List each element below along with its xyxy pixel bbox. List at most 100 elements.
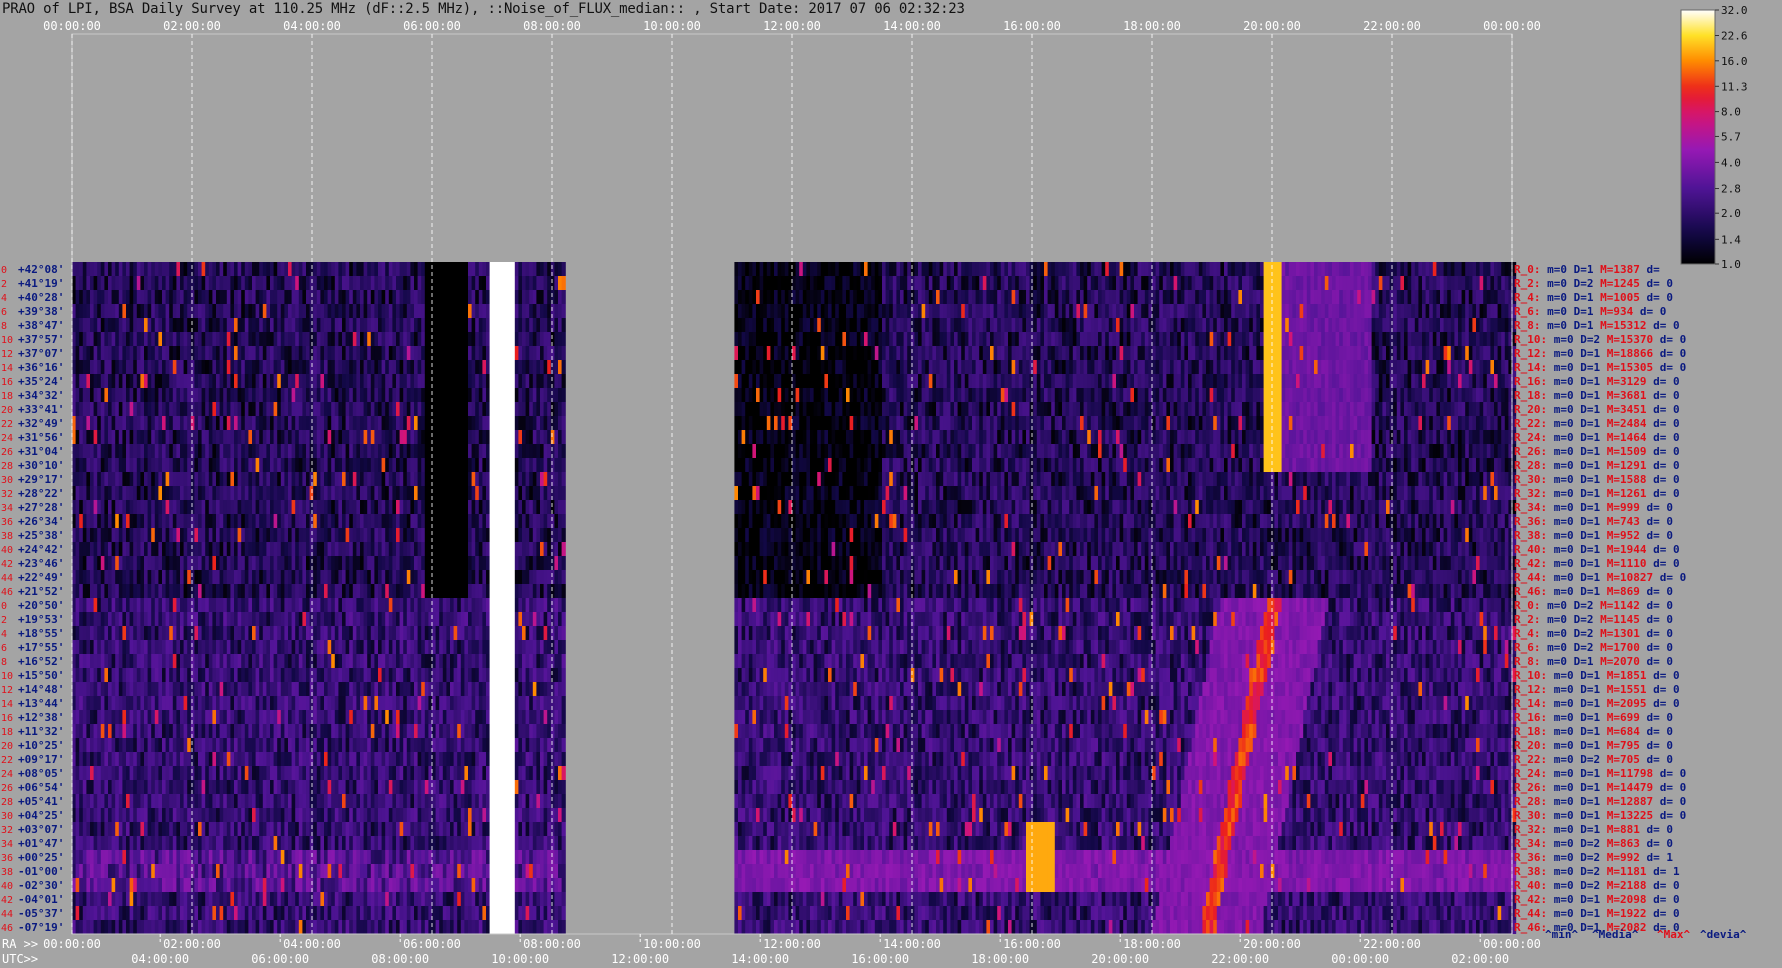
- heatmap-cell: [482, 304, 486, 318]
- heatmap-cell: [158, 318, 162, 332]
- heatmap-cell: [1048, 304, 1052, 318]
- heatmap-cell: [328, 276, 332, 290]
- heatmap-cell: [140, 290, 144, 304]
- heatmap-cell: [767, 276, 771, 290]
- heatmap-cell: [490, 276, 494, 290]
- heatmap-cell: [958, 290, 962, 304]
- heatmap-cell: [1220, 304, 1224, 318]
- heatmap-cell: [299, 304, 303, 318]
- heatmap-cell: [763, 290, 767, 304]
- heatmap-cell: [374, 290, 378, 304]
- heatmap-cell: [1447, 290, 1451, 304]
- heatmap-cell: [1300, 262, 1304, 276]
- heatmap-cell: [79, 262, 83, 276]
- heatmap-cell: [763, 276, 767, 290]
- heatmap-cell: [1372, 290, 1376, 304]
- heatmap-cell: [1019, 276, 1023, 290]
- heatmap-cell: [994, 304, 998, 318]
- heatmap-cell: [1404, 262, 1408, 276]
- heatmap-cell: [1487, 304, 1491, 318]
- heatmap-cell: [1408, 290, 1412, 304]
- heatmap-cell: [983, 290, 987, 304]
- heatmap-cell: [508, 290, 512, 304]
- heatmap-cell: [864, 262, 868, 276]
- heatmap-cell: [1332, 276, 1336, 290]
- heatmap-cell: [1300, 290, 1304, 304]
- heatmap-cell: [846, 262, 850, 276]
- heatmap-cell: [324, 290, 328, 304]
- heatmap-cell: [803, 262, 807, 276]
- heatmap-cell: [238, 262, 242, 276]
- heatmap-cell: [1170, 276, 1174, 290]
- heatmap-cell: [202, 304, 206, 318]
- heatmap-cell: [850, 304, 854, 318]
- heatmap-cell: [90, 276, 94, 290]
- heatmap-cell: [889, 304, 893, 318]
- heatmap-cell: [1418, 290, 1422, 304]
- heatmap-cell: [425, 276, 429, 290]
- heatmap-cell: [1055, 304, 1059, 318]
- heatmap-cell: [1163, 262, 1167, 276]
- heatmap-cell: [1382, 290, 1386, 304]
- heatmap-cell: [1447, 262, 1451, 276]
- heatmap-cell: [1379, 304, 1383, 318]
- heatmap-cell: [907, 262, 911, 276]
- heatmap-cell: [1400, 290, 1404, 304]
- heatmap-cell: [403, 290, 407, 304]
- heatmap-cell: [108, 262, 112, 276]
- heatmap-cell: [1116, 304, 1120, 318]
- heatmap-cell: [1328, 262, 1332, 276]
- heatmap-cell: [770, 304, 774, 318]
- heatmap-cell: [1130, 276, 1134, 290]
- heatmap-cell: [1260, 276, 1264, 290]
- heatmap-cell: [389, 262, 393, 276]
- heatmap-cell: [1012, 290, 1016, 304]
- heatmap-cell: [1462, 290, 1466, 304]
- heatmap-cell: [220, 262, 224, 276]
- heatmap-cell: [130, 276, 134, 290]
- heatmap-cell: [1368, 304, 1372, 318]
- heatmap-cell: [1296, 304, 1300, 318]
- heatmap-cell: [832, 276, 836, 290]
- heatmap-cell: [511, 276, 515, 290]
- heatmap-cell: [1145, 290, 1149, 304]
- heatmap-cell: [1483, 290, 1487, 304]
- heatmap-cell: [1134, 276, 1138, 290]
- heatmap-cell: [1472, 304, 1476, 318]
- heatmap-cell: [839, 276, 843, 290]
- heatmap-cell: [1256, 290, 1260, 304]
- heatmap-cell: [353, 290, 357, 304]
- heatmap-cell: [1436, 262, 1440, 276]
- heatmap-cell: [943, 304, 947, 318]
- heatmap-cell: [349, 276, 353, 290]
- heatmap-cell: [173, 276, 177, 290]
- heatmap-cell: [137, 276, 141, 290]
- heatmap-cell: [1231, 276, 1235, 290]
- heatmap-cell: [1120, 262, 1124, 276]
- heatmap-cell: [515, 276, 519, 290]
- heatmap-cell: [1415, 304, 1419, 318]
- heatmap-cell: [536, 276, 540, 290]
- heatmap-cell: [83, 276, 87, 290]
- heatmap-cell: [1084, 276, 1088, 290]
- heatmap-cell: [1422, 276, 1426, 290]
- heatmap-cell: [371, 290, 375, 304]
- heatmap-cell: [1062, 262, 1066, 276]
- heatmap-cell: [94, 318, 98, 332]
- heatmap-cell: [1494, 262, 1498, 276]
- heatmap-cell: [1267, 276, 1271, 290]
- heatmap-cell: [1213, 304, 1217, 318]
- heatmap-cell: [1336, 262, 1340, 276]
- heatmap-cell: [1120, 276, 1124, 290]
- heatmap-cell: [270, 290, 274, 304]
- heatmap-cell: [1256, 276, 1260, 290]
- heatmap-cell: [479, 304, 483, 318]
- heatmap-cell: [749, 304, 753, 318]
- heatmap-cell: [1501, 262, 1505, 276]
- heatmap-cell: [1174, 262, 1178, 276]
- heatmap-cell: [1264, 304, 1268, 318]
- heatmap-cell: [508, 262, 512, 276]
- heatmap-cell: [1026, 262, 1030, 276]
- heatmap-cell: [472, 290, 476, 304]
- heatmap-cell: [932, 262, 936, 276]
